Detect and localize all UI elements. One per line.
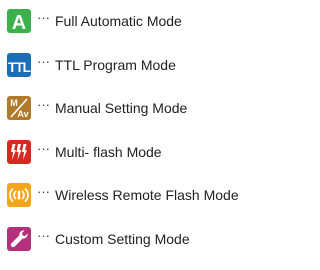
ellipsis: ··· [37, 6, 50, 30]
multi-flash-icon-glyph [7, 140, 31, 164]
custom-setting-icon [7, 227, 31, 251]
mode-label: Full Automatic Mode [55, 9, 182, 33]
legend-item-custom-setting: ··· Custom Setting Mode [7, 227, 312, 270]
legend-label-full-automatic: ··· Full Automatic Mode [37, 9, 182, 33]
flash-mode-legend: A ··· Full Automatic Mode TTL ··· TTL Pr… [7, 9, 312, 270]
svg-text:A: A [12, 12, 26, 33]
legend-label-manual-setting: ··· Manual Setting Mode [37, 96, 187, 120]
legend-item-multi-flash: ··· Multi- flash Mode [7, 140, 312, 184]
wrench-icon [7, 227, 31, 251]
auto-mode-icon: A [7, 9, 31, 33]
ellipsis: ··· [37, 137, 50, 161]
manual-mode-icon: M Av [7, 96, 31, 120]
legend-item-wireless-remote: ··· Wireless Remote Flash Mode [7, 183, 312, 227]
mode-label: TTL Program Mode [55, 53, 176, 77]
ttl-mode-icon: TTL [7, 53, 31, 77]
ellipsis: ··· [37, 180, 50, 204]
legend-label-multi-flash: ··· Multi- flash Mode [37, 140, 162, 164]
legend-label-custom-setting: ··· Custom Setting Mode [37, 227, 190, 251]
svg-text:TTL: TTL [8, 60, 30, 75]
mode-label: Wireless Remote Flash Mode [55, 183, 239, 207]
ellipsis: ··· [37, 224, 50, 248]
legend-label-wireless-remote: ··· Wireless Remote Flash Mode [37, 183, 239, 207]
mode-label: Manual Setting Mode [55, 96, 187, 120]
legend-item-ttl-program: TTL ··· TTL Program Mode [7, 53, 312, 97]
ellipsis: ··· [37, 93, 50, 117]
wireless-remote-icon [7, 183, 31, 207]
svg-text:Av: Av [17, 109, 28, 119]
legend-label-ttl-program: ··· TTL Program Mode [37, 53, 176, 77]
legend-item-manual-setting: M Av ··· Manual Setting Mode [7, 96, 312, 140]
legend-item-full-automatic: A ··· Full Automatic Mode [7, 9, 312, 53]
manual-mode-icon-glyph: M Av [7, 96, 31, 120]
auto-mode-icon-glyph: A [7, 9, 31, 33]
multi-flash-icon [7, 140, 31, 164]
ttl-mode-icon-glyph: TTL [7, 53, 31, 77]
wireless-remote-icon-glyph [7, 183, 31, 207]
ellipsis: ··· [37, 50, 50, 74]
mode-label: Multi- flash Mode [55, 140, 162, 164]
mode-label: Custom Setting Mode [55, 227, 190, 251]
svg-text:M: M [10, 98, 18, 108]
